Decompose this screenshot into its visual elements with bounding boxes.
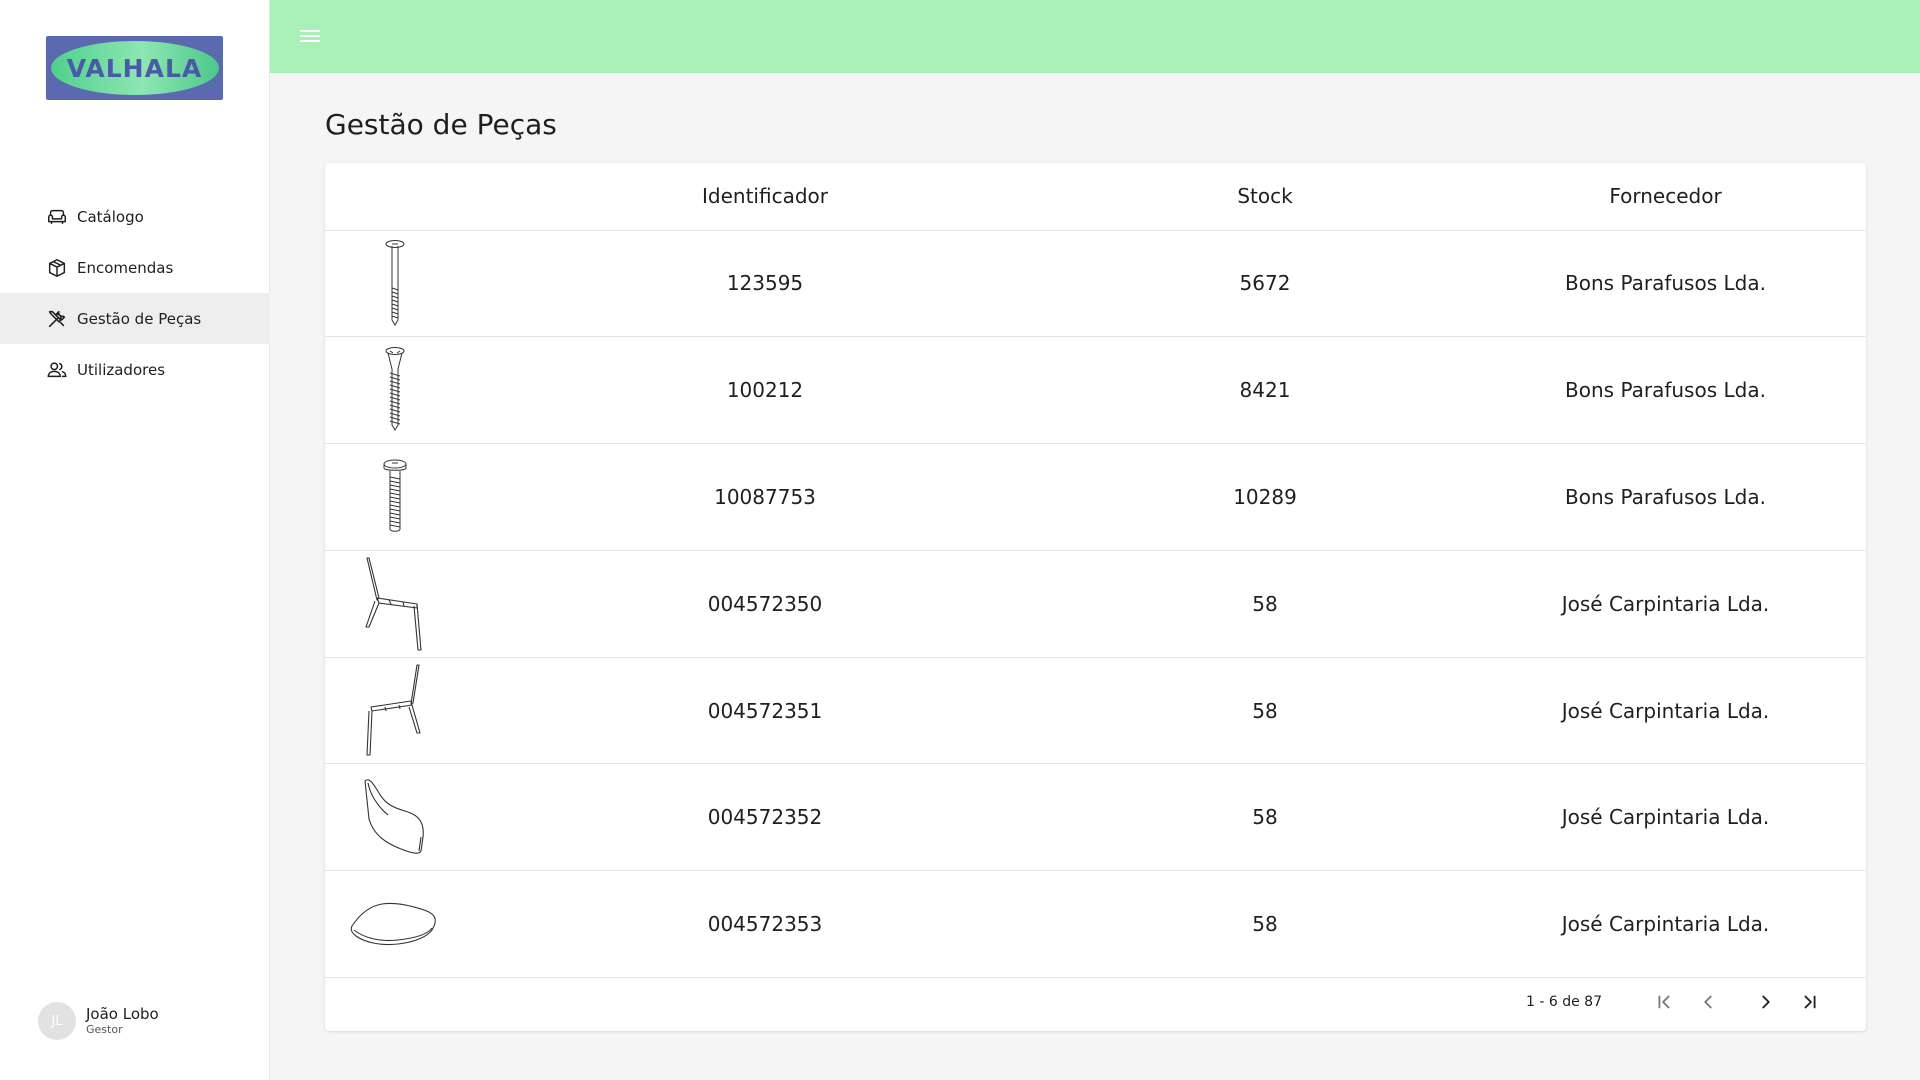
table-row[interactable]: 10087753 10289 Bons Parafusos Lda. (325, 443, 1866, 551)
next-page-button[interactable] (1746, 982, 1786, 1022)
bolt-icon (383, 459, 407, 532)
chair-seat-icon (350, 903, 436, 946)
column-header-stock[interactable]: Stock (1065, 163, 1465, 231)
top-bar (270, 0, 1920, 73)
user-profile[interactable]: JL João Lobo Gestor (38, 1002, 159, 1040)
part-id: 004572353 (465, 870, 1065, 979)
avatar: JL (38, 1002, 76, 1040)
sidebar-item-label: Gestão de Peças (77, 309, 202, 328)
box-icon (48, 258, 66, 277)
sidebar-item-label: Encomendas (77, 258, 174, 277)
table-row[interactable]: 100212 8421 Bons Parafusos Lda. (325, 336, 1866, 445)
part-id: 10087753 (465, 443, 1065, 551)
table-header-row: Identificador Stock Fornecedor (325, 163, 1866, 231)
sidebar-item-catalogo[interactable]: Catálogo (0, 191, 270, 242)
screw-long-icon (385, 240, 405, 327)
first-page-icon (1658, 995, 1670, 1009)
part-stock: 10289 (1065, 443, 1465, 551)
parts-table-card: Identificador Stock Fornecedor 123595 56… (325, 163, 1866, 1031)
part-id: 004572350 (465, 550, 1065, 658)
paginator-range-label: 1 - 6 de 87 (1526, 994, 1602, 1010)
sidebar-item-label: Utilizadores (77, 360, 166, 379)
part-image-cell (325, 870, 465, 979)
column-header-fornecedor[interactable]: Fornecedor (1465, 163, 1866, 231)
part-id: 100212 (465, 336, 1065, 445)
users-icon (47, 361, 67, 377)
hamburger-menu-icon[interactable] (298, 24, 322, 48)
part-image-cell (325, 443, 465, 551)
part-stock: 58 (1065, 657, 1465, 765)
previous-page-button[interactable] (1688, 982, 1728, 1022)
part-id: 123595 (465, 230, 1065, 338)
column-header-image (325, 163, 465, 231)
chair-backrest-icon (364, 779, 424, 855)
part-image-cell (325, 230, 465, 338)
part-image-cell (325, 657, 465, 765)
first-page-button[interactable] (1644, 982, 1684, 1022)
part-supplier: Bons Parafusos Lda. (1465, 336, 1866, 445)
chevron-right-icon (1762, 995, 1770, 1009)
sidebar-item-encomendas[interactable]: Encomendas (0, 242, 270, 293)
table-row[interactable]: 004572353 58 José Carpintaria Lda. (325, 870, 1866, 979)
chair-frame-left-icon (365, 557, 422, 651)
user-name: João Lobo (86, 1005, 159, 1023)
user-info: João Lobo Gestor (86, 1005, 159, 1037)
part-stock: 5672 (1065, 230, 1465, 338)
part-image-cell (325, 336, 465, 445)
tools-icon (48, 310, 66, 327)
parts-table: Identificador Stock Fornecedor 123595 56… (325, 163, 1866, 979)
part-supplier: José Carpintaria Lda. (1465, 657, 1866, 765)
part-image-cell (325, 550, 465, 658)
table-row[interactable]: 123595 5672 Bons Parafusos Lda. (325, 230, 1866, 338)
chair-frame-right-icon (366, 664, 421, 756)
valhala-logo[interactable]: VALHALA (46, 36, 223, 100)
column-header-identificador[interactable]: Identificador (465, 163, 1065, 231)
logo-oval: VALHALA (50, 41, 219, 95)
table-row[interactable]: 004572351 58 José Carpintaria Lda. (325, 657, 1866, 765)
part-supplier: Bons Parafusos Lda. (1465, 230, 1866, 338)
part-stock: 58 (1065, 870, 1465, 979)
sidebar-item-utilizadores[interactable]: Utilizadores (0, 344, 270, 395)
sidebar: VALHALA Catálogo Encomendas Gestão de Pe… (0, 0, 270, 1080)
sofa-icon (48, 209, 66, 224)
user-role: Gestor (86, 1023, 123, 1036)
table-row[interactable]: 004572350 58 José Carpintaria Lda. (325, 550, 1866, 658)
sidebar-nav: Catálogo Encomendas Gestão de Peças Util… (0, 191, 270, 395)
last-page-icon (1804, 995, 1816, 1009)
part-stock: 8421 (1065, 336, 1465, 445)
part-stock: 58 (1065, 763, 1465, 872)
sidebar-item-gestao-de-pecas[interactable]: Gestão de Peças (0, 293, 270, 344)
part-id: 004572351 (465, 657, 1065, 765)
last-page-button[interactable] (1790, 982, 1830, 1022)
sidebar-item-label: Catálogo (77, 207, 144, 226)
part-id: 004572352 (465, 763, 1065, 872)
paginator: 1 - 6 de 87 (325, 973, 1866, 1031)
part-supplier: Bons Parafusos Lda. (1465, 443, 1866, 551)
table-row[interactable]: 004572352 58 José Carpintaria Lda. (325, 763, 1866, 872)
part-image-cell (325, 763, 465, 872)
part-supplier: José Carpintaria Lda. (1465, 550, 1866, 658)
screw-wood-icon (385, 347, 405, 432)
app: VALHALA Catálogo Encomendas Gestão de Pe… (0, 0, 1920, 1080)
page-title: Gestão de Peças (325, 108, 557, 141)
logo-text: VALHALA (66, 53, 203, 83)
part-supplier: José Carpintaria Lda. (1465, 870, 1866, 979)
part-stock: 58 (1065, 550, 1465, 658)
part-supplier: José Carpintaria Lda. (1465, 763, 1866, 872)
chevron-left-icon (1704, 995, 1712, 1009)
